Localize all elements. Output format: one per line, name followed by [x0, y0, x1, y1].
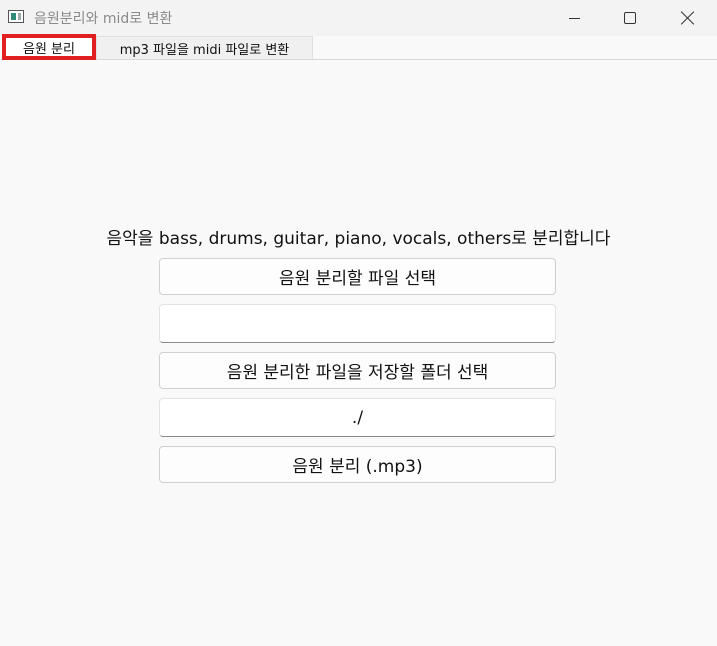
separate-button[interactable]: 음원 분리 (.mp3) [159, 446, 556, 483]
maximize-button[interactable] [601, 0, 659, 36]
title-bar[interactable]: 음원분리와 mid로 변환 [0, 0, 717, 36]
select-folder-button[interactable]: 음원 분리한 파일을 저장할 폴더 선택 [159, 352, 556, 389]
app-window: 음원분리와 mid로 변환 음원 분리 mp3 파일을 midi 파일로 변환 … [0, 0, 717, 646]
tab-mp3-to-midi[interactable]: mp3 파일을 midi 파일로 변환 [96, 36, 313, 59]
maximize-icon [624, 12, 636, 24]
close-button[interactable] [659, 0, 717, 36]
folder-path-field[interactable] [159, 398, 556, 437]
tab-bar: 음원 분리 mp3 파일을 midi 파일로 변환 [0, 34, 717, 60]
window-title: 음원분리와 mid로 변환 [34, 11, 173, 27]
page-heading: 음악을 bass, drums, guitar, piano, vocals, … [106, 229, 611, 249]
minimize-icon [568, 17, 580, 19]
tab-audio-separation[interactable]: 음원 분리 [2, 34, 96, 60]
app-window-icon [8, 10, 24, 23]
select-file-button[interactable]: 음원 분리할 파일 선택 [159, 258, 556, 295]
minimize-button[interactable] [545, 0, 603, 36]
file-path-field[interactable] [159, 304, 556, 343]
close-icon [681, 11, 695, 25]
